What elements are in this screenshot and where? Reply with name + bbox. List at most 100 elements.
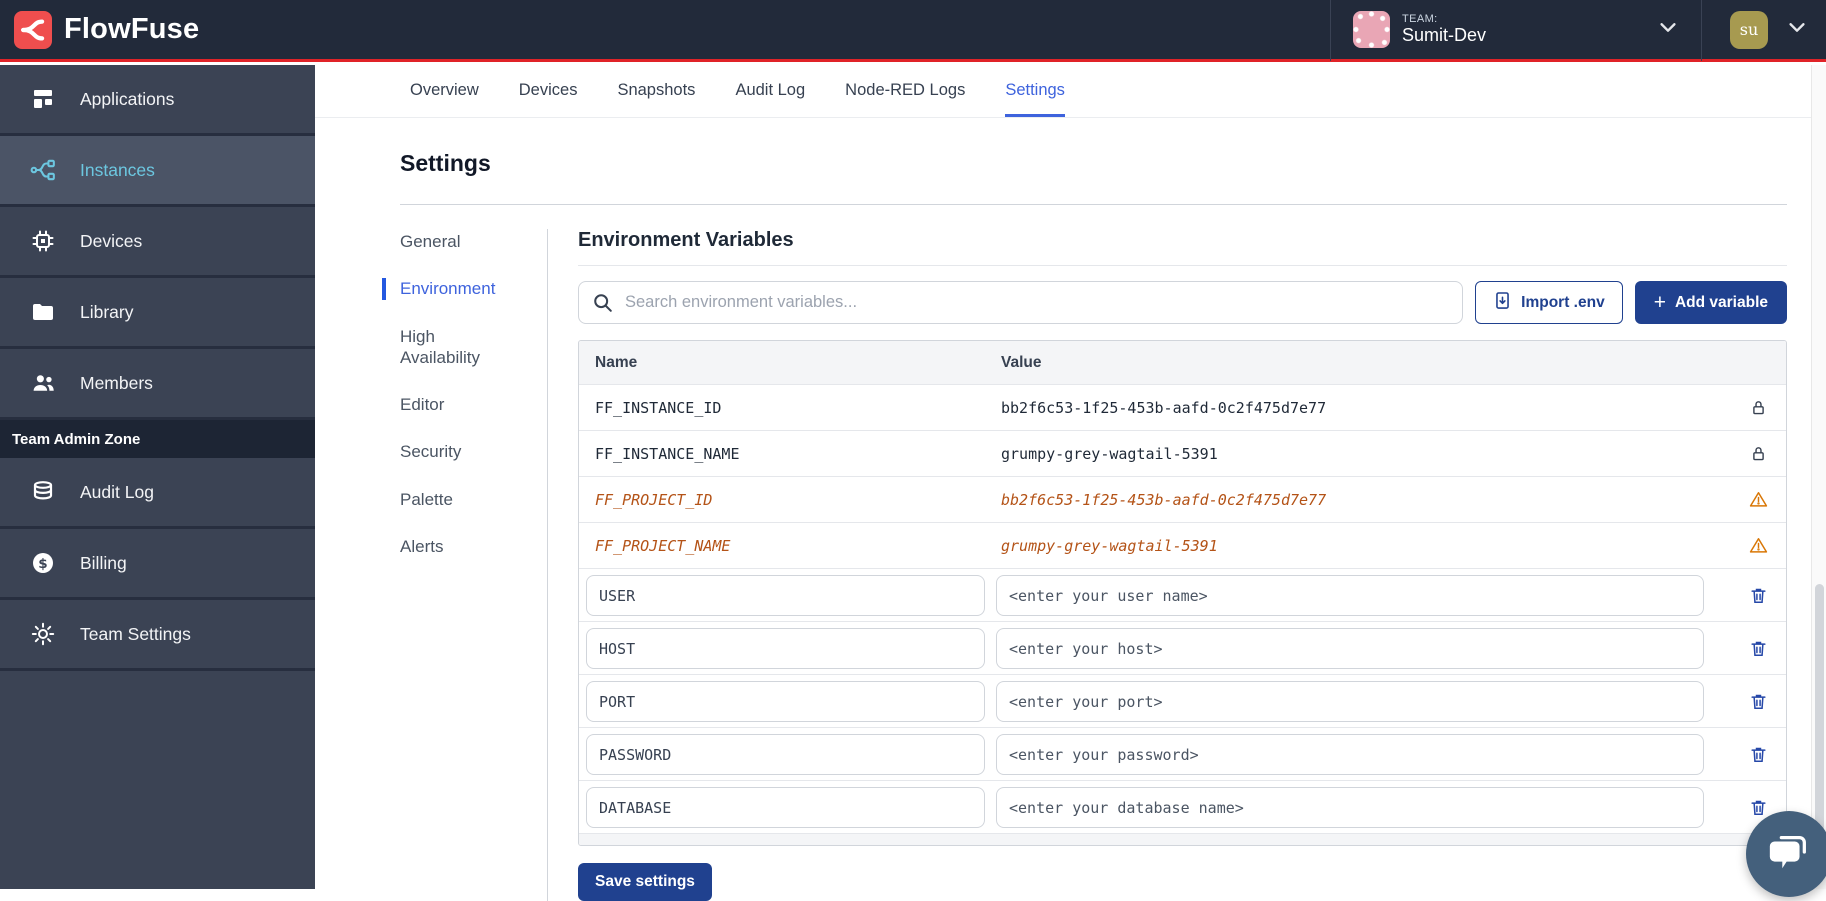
page-title: Settings bbox=[400, 150, 1787, 177]
sidebar-item-instances[interactable]: Instances bbox=[0, 136, 315, 207]
gear-icon bbox=[30, 621, 56, 647]
team-label: TEAM: bbox=[1402, 13, 1486, 26]
main-content: Overview Devices Snapshots Audit Log Nod… bbox=[315, 65, 1826, 889]
env-value-input[interactable] bbox=[996, 681, 1704, 722]
table-row-editable bbox=[579, 727, 1786, 780]
subnav-general[interactable]: General bbox=[382, 231, 512, 252]
import-env-button[interactable]: Import .env bbox=[1475, 281, 1623, 324]
folder-icon bbox=[30, 299, 56, 325]
title-divider bbox=[400, 204, 1787, 205]
sidebar-item-label: Team Settings bbox=[80, 624, 191, 645]
brand-name: FlowFuse bbox=[64, 13, 199, 46]
user-avatar: su bbox=[1730, 11, 1768, 49]
table-row-editable bbox=[579, 674, 1786, 727]
sidebar-item-label: Members bbox=[80, 373, 153, 394]
trash-icon[interactable] bbox=[1730, 745, 1786, 764]
subnav-palette[interactable]: Palette bbox=[382, 489, 512, 510]
column-header-name: Name bbox=[579, 354, 991, 372]
dollar-circle-icon: $ bbox=[30, 550, 56, 576]
warning-icon bbox=[1730, 490, 1786, 509]
user-menu[interactable]: su bbox=[1702, 11, 1826, 49]
chevron-down-icon bbox=[1657, 16, 1679, 43]
chat-icon bbox=[1766, 829, 1812, 880]
env-value-input[interactable] bbox=[996, 575, 1704, 616]
table-row-editable bbox=[579, 568, 1786, 621]
chevron-down-icon bbox=[1786, 16, 1808, 43]
lock-icon bbox=[1730, 445, 1786, 462]
env-variables-table: Name Value FF_INSTANCE_ID bb2f6c53-1f25-… bbox=[578, 340, 1787, 846]
table-footer bbox=[579, 833, 1786, 845]
sidebar-item-members[interactable]: Members bbox=[0, 349, 315, 420]
sidebar-item-label: Devices bbox=[80, 231, 142, 252]
table-row-editable bbox=[579, 621, 1786, 674]
table-row: FF_PROJECT_NAME grumpy-grey-wagtail-5391 bbox=[579, 522, 1786, 568]
sidebar-item-audit-log[interactable]: Audit Log bbox=[0, 458, 315, 529]
warning-icon bbox=[1730, 536, 1786, 555]
section-title: Environment Variables bbox=[578, 229, 1787, 266]
env-name-input[interactable] bbox=[586, 787, 985, 828]
sidebar-item-devices[interactable]: Devices bbox=[0, 207, 315, 278]
instance-tabbar: Overview Devices Snapshots Audit Log Nod… bbox=[315, 65, 1826, 118]
settings-subnav: General Environment High Availability Ed… bbox=[400, 229, 548, 901]
tab-node-red-logs[interactable]: Node-RED Logs bbox=[845, 65, 965, 117]
team-avatar bbox=[1353, 11, 1390, 48]
search-input[interactable] bbox=[578, 281, 1463, 324]
applications-icon bbox=[30, 86, 56, 112]
env-value-input[interactable] bbox=[996, 628, 1704, 669]
subnav-high-availability[interactable]: High Availability bbox=[382, 326, 512, 369]
lock-icon bbox=[1730, 399, 1786, 416]
subnav-security[interactable]: Security bbox=[382, 441, 512, 462]
sidebar-item-label: Billing bbox=[80, 553, 127, 574]
sidebar-item-label: Library bbox=[80, 302, 134, 323]
save-settings-button[interactable]: Save settings bbox=[578, 863, 712, 901]
chip-icon bbox=[30, 228, 56, 254]
tab-devices[interactable]: Devices bbox=[519, 65, 578, 117]
plus-icon: + bbox=[1654, 292, 1666, 313]
subnav-environment[interactable]: Environment bbox=[382, 278, 512, 299]
sidebar-item-label: Instances bbox=[80, 160, 155, 181]
env-name-input[interactable] bbox=[586, 575, 985, 616]
table-row-editable bbox=[579, 780, 1786, 833]
tab-audit-log[interactable]: Audit Log bbox=[735, 65, 805, 117]
env-name-input[interactable] bbox=[586, 681, 985, 722]
tab-overview[interactable]: Overview bbox=[410, 65, 479, 117]
trash-icon[interactable] bbox=[1730, 639, 1786, 658]
database-icon bbox=[30, 479, 56, 505]
subnav-alerts[interactable]: Alerts bbox=[382, 536, 512, 557]
import-file-icon bbox=[1493, 291, 1512, 315]
sidebar-item-billing[interactable]: $ Billing bbox=[0, 529, 315, 600]
sidebar-item-team-settings[interactable]: Team Settings bbox=[0, 600, 315, 671]
trash-icon[interactable] bbox=[1730, 586, 1786, 605]
tab-settings[interactable]: Settings bbox=[1005, 65, 1065, 117]
sidebar-item-label: Applications bbox=[80, 89, 174, 110]
team-admin-zone-header: Team Admin Zone bbox=[0, 420, 315, 458]
tab-snapshots[interactable]: Snapshots bbox=[617, 65, 695, 117]
search-icon bbox=[592, 292, 613, 318]
subnav-editor[interactable]: Editor bbox=[382, 394, 512, 415]
env-value-input[interactable] bbox=[996, 734, 1704, 775]
svg-text:$: $ bbox=[38, 556, 47, 572]
env-name-input[interactable] bbox=[586, 734, 985, 775]
topbar: FlowFuse TEAM: Sumit-Dev su bbox=[0, 0, 1826, 62]
sidebar-item-library[interactable]: Library bbox=[0, 278, 315, 349]
env-name-input[interactable] bbox=[586, 628, 985, 669]
table-row: FF_INSTANCE_NAME grumpy-grey-wagtail-539… bbox=[579, 430, 1786, 476]
sidebar: Applications Instances Devices Library bbox=[0, 65, 315, 889]
team-name: Sumit-Dev bbox=[1402, 25, 1486, 46]
page-scrollbar[interactable] bbox=[1811, 65, 1826, 889]
brand[interactable]: FlowFuse bbox=[0, 11, 199, 49]
team-selector[interactable]: TEAM: Sumit-Dev bbox=[1331, 0, 1701, 61]
add-variable-button[interactable]: + Add variable bbox=[1635, 281, 1787, 324]
instances-icon bbox=[30, 157, 56, 183]
flowfuse-logo-icon bbox=[14, 11, 52, 49]
table-row: FF_INSTANCE_ID bb2f6c53-1f25-453b-aafd-0… bbox=[579, 384, 1786, 430]
chat-widget-button[interactable] bbox=[1746, 811, 1826, 897]
table-header: Name Value bbox=[579, 341, 1786, 384]
team-admin-zone-label: Team Admin Zone bbox=[12, 431, 140, 448]
trash-icon[interactable] bbox=[1730, 692, 1786, 711]
env-value-input[interactable] bbox=[996, 787, 1704, 828]
table-row: FF_PROJECT_ID bb2f6c53-1f25-453b-aafd-0c… bbox=[579, 476, 1786, 522]
sidebar-item-label: Audit Log bbox=[80, 482, 154, 503]
users-icon bbox=[30, 370, 56, 396]
sidebar-item-applications[interactable]: Applications bbox=[0, 65, 315, 136]
